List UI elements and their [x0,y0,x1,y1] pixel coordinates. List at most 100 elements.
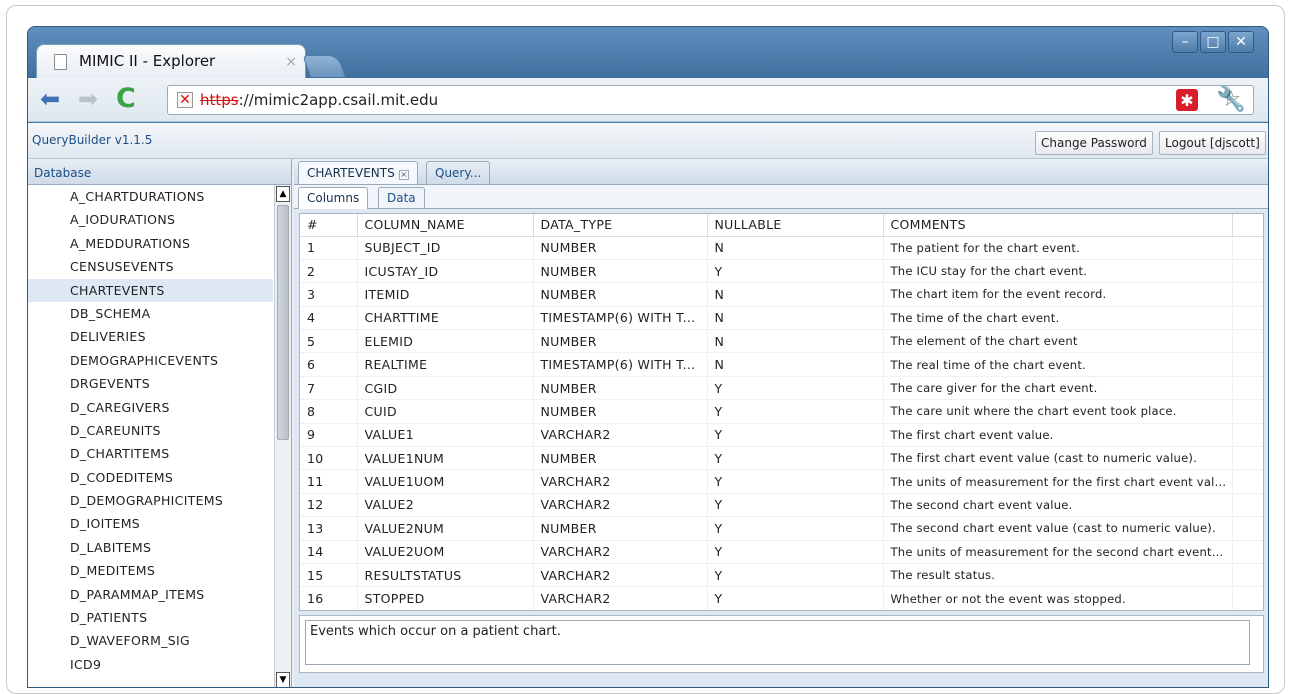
table-list-item[interactable]: D_PATIENTS [28,606,273,629]
cell-column-name: CHARTTIME [357,306,534,331]
tab-data[interactable]: Data [378,187,425,209]
table-row[interactable]: 8 CUID NUMBER Y The care unit where the char… [300,399,1263,424]
tab-query[interactable]: Query... [426,161,491,184]
table-list-item[interactable]: D_CODEDITEMS [28,466,273,489]
cell-data-type: TIMESTAMP(6) WITH T... [533,352,708,377]
table-row[interactable]: 9 VALUE1 VARCHAR2 Y The first chart event va… [300,423,1263,448]
cell-number: 9 [300,423,358,448]
change-password-button[interactable]: Change Password [1035,131,1153,155]
table-row[interactable]: 15 RESULTSTATUS VARCHAR2 Y The result status… [300,563,1263,588]
table-list-item[interactable]: D_CAREGIVERS [28,396,273,419]
insecure-lock-icon[interactable]: ✕ [177,92,193,108]
table-list-item[interactable]: D_IOITEMS [28,512,273,535]
tab-chartevents[interactable]: CHARTEVENTS × [298,161,418,184]
table-list-item[interactable]: D_CAREUNITS [28,419,273,442]
close-window-button[interactable]: ✕ [1228,31,1254,53]
minimize-button[interactable]: – [1172,31,1198,53]
col-header-column-name[interactable]: COLUMN_NAME [357,214,534,237]
table-row[interactable]: 14 VALUE2UOM VARCHAR2 Y The units of measure… [300,540,1263,564]
table-list-item[interactable]: A_CHARTDURATIONS [28,185,273,208]
cell-number: 4 [300,306,358,331]
cell-spacer [1232,446,1263,471]
logout-button[interactable]: Logout [djscott] [1159,131,1266,155]
cell-data-type: NUMBER [533,516,708,541]
cell-comments: The real time of the chart event. [883,352,1233,377]
cell-data-type: TIMESTAMP(6) WITH T... [533,306,708,331]
cell-column-name: SUBJECT_ID [357,236,534,260]
cell-spacer [1232,493,1263,518]
tab-columns[interactable]: Columns [298,187,369,209]
cell-number: 8 [300,399,358,424]
database-panel: Database A_CHARTDURATIONS A_IODURATIONS A_… [28,159,292,687]
table-row[interactable]: 10 VALUE1NUM NUMBER Y The first chart event … [300,446,1263,471]
table-row[interactable]: 13 VALUE2NUM NUMBER Y The second chart event… [300,516,1263,541]
table-list-item[interactable]: DRGEVENTS [28,372,273,395]
table-list-item[interactable]: ICD9 [28,653,273,676]
close-tab-icon[interactable]: × [398,170,409,180]
table-row[interactable]: 4 CHARTTIME TIMESTAMP(6) WITH T... N The tim… [300,306,1263,331]
cell-spacer [1232,423,1263,448]
address-bar[interactable]: ✕ https://mimic2app.csail.mit.edu ☆ [167,85,1254,115]
scroll-down-icon[interactable]: ▼ [276,672,290,687]
back-icon[interactable]: ⬅ [40,86,60,112]
table-row[interactable]: 1 SUBJECT_ID NUMBER N The patient for the ch… [300,236,1263,260]
url-host: ://mimic2app.csail.mit.edu [238,91,439,109]
col-header-data-type[interactable]: DATA_TYPE [533,214,708,237]
table-list-item[interactable]: A_IODURATIONS [28,208,273,231]
maximize-button[interactable]: □ [1200,31,1226,53]
table-list-item[interactable]: A_MEDDURATIONS [28,232,273,255]
app-name: QueryBuilder v1.1.5 [32,133,153,147]
col-header-comments[interactable]: COMMENTS [883,214,1233,237]
table-list-item[interactable]: D_CHARTITEMS [28,442,273,465]
table-row[interactable]: 16 STOPPED VARCHAR2 Y Whether or not the eve… [300,586,1263,610]
cell-column-name: VALUE1 [357,423,534,448]
cell-column-name: ITEMID [357,282,534,307]
extension-icon[interactable]: ✱ [1176,89,1198,111]
description-text[interactable]: Events which occur on a patient chart. [305,620,1250,665]
cell-nullable: N [707,282,884,307]
table-list-item[interactable]: D_LABITEMS [28,536,273,559]
table-row[interactable]: 3 ITEMID NUMBER N The chart item for the eve… [300,282,1263,307]
table-list-item[interactable]: CENSUSEVENTS [28,255,273,278]
table-row[interactable]: 12 VALUE2 VARCHAR2 Y The second chart event … [300,493,1263,518]
cell-spacer [1232,516,1263,541]
table-list-item[interactable]: D_DEMOGRAPHICITEMS [28,489,273,512]
table-list-item[interactable]: CHARTEVENTS [28,278,273,302]
col-header-nullable[interactable]: NULLABLE [707,214,884,237]
scroll-thumb[interactable] [277,205,289,440]
table-list-scrollbar[interactable]: ▲ ▼ [274,185,291,687]
forward-icon[interactable]: ➡ [78,86,98,112]
table-list-item[interactable]: D_WAVEFORM_SIG [28,629,273,652]
cell-comments: The chart item for the event record. [883,282,1233,307]
table-row[interactable]: 2 ICUSTAY_ID NUMBER Y The ICU stay for the c… [300,259,1263,284]
table-list-item[interactable]: DEMOGRAPHICEVENTS [28,349,273,372]
cell-spacer [1232,329,1263,354]
cell-nullable: Y [707,563,884,588]
table-row[interactable]: 6 REALTIME TIMESTAMP(6) WITH T... N The real… [300,352,1263,377]
close-tab-icon[interactable]: × [285,54,297,70]
table-list-item[interactable]: DELIVERIES [28,325,273,348]
cell-comments: The second chart event value (cast to nu… [883,516,1233,541]
new-tab-button[interactable] [301,55,347,77]
cell-spacer [1232,306,1263,331]
reload-icon[interactable]: C [116,85,136,112]
table-row[interactable]: 5 ELEMID NUMBER N The element of the chart e… [300,329,1263,354]
cell-comments: The units of measurement for the first c… [883,469,1233,494]
table-row[interactable]: 7 CGID NUMBER Y The care giver for the chart… [300,376,1263,401]
cell-number: 11 [300,469,358,494]
col-header-number[interactable]: # [300,214,358,237]
browser-tab[interactable]: MIMIC II - Explorer × [36,44,306,78]
table-list-item[interactable]: DB_SCHEMA [28,302,273,325]
cell-nullable: Y [707,259,884,284]
cell-data-type: VARCHAR2 [533,423,708,448]
table-list-item[interactable]: D_PARAMMAP_ITEMS [28,583,273,606]
table-row[interactable]: 11 VALUE1UOM VARCHAR2 Y The units of measure… [300,469,1263,494]
cell-data-type: VARCHAR2 [533,540,708,564]
url-text[interactable]: https://mimic2app.csail.mit.edu [200,91,438,109]
wrench-icon[interactable]: 🔧 [1216,85,1246,113]
scroll-up-icon[interactable]: ▲ [276,186,290,202]
cell-comments: The care unit where the chart event took… [883,399,1233,424]
cell-nullable: N [707,352,884,377]
table-list-item[interactable]: D_MEDITEMS [28,559,273,582]
cell-number: 3 [300,282,358,307]
